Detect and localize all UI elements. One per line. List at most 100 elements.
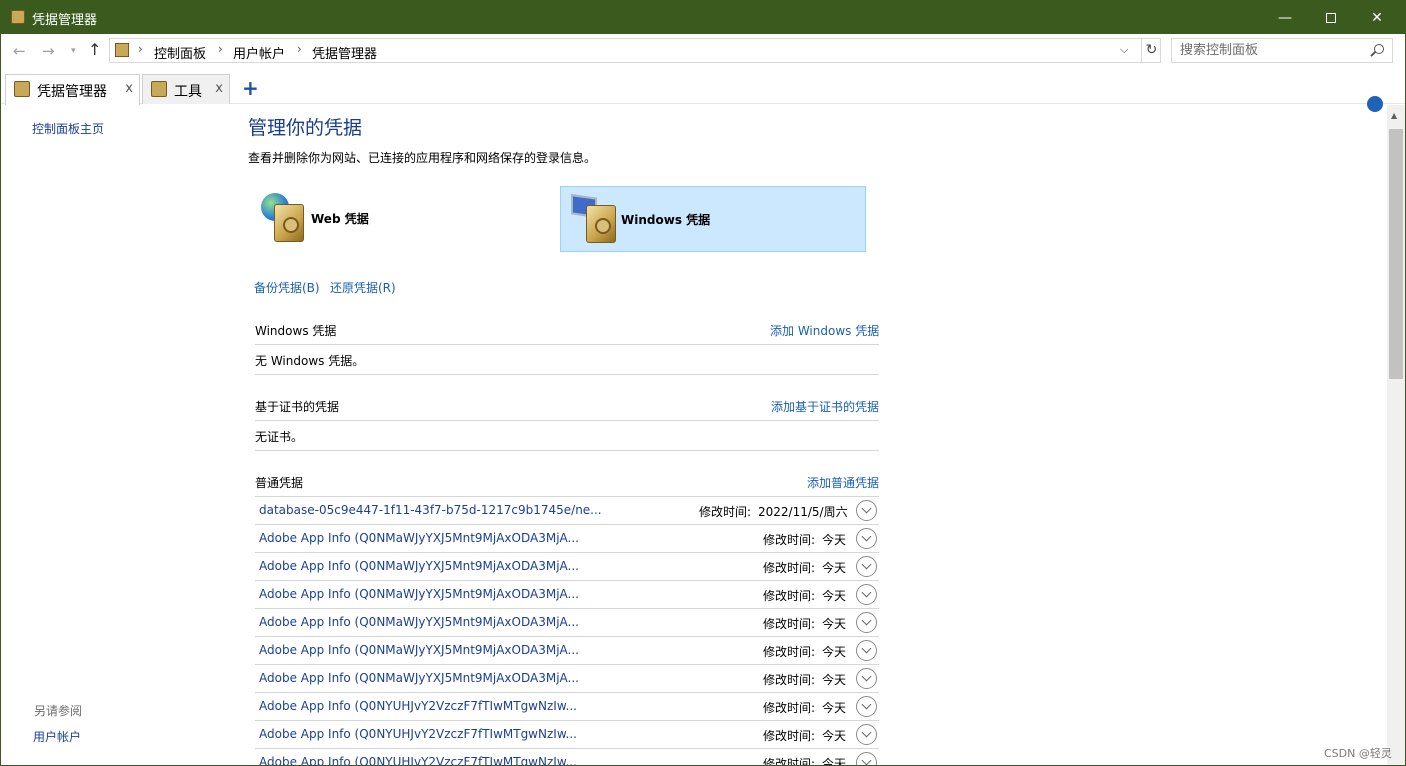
- generic-credentials-heading: 普通凭据: [255, 476, 304, 490]
- modified-value: 今天: [822, 673, 847, 687]
- expand-chevron-icon[interactable]: [856, 612, 877, 633]
- credential-name[interactable]: Adobe App Info (Q0NMaWJyYXJ5Mnt9MjAxODA3…: [259, 559, 579, 573]
- credential-row[interactable]: database-05c9e447-1f11-43f7-b75d-1217c9b…: [255, 497, 879, 525]
- credential-row[interactable]: Adobe App Info (Q0NMaWJyYXJ5Mnt9MjAxODA3…: [255, 581, 879, 609]
- credential-row[interactable]: Adobe App Info (Q0NMaWJyYXJ5Mnt9MjAxODA3…: [255, 665, 879, 693]
- modified-value: 今天: [822, 533, 847, 547]
- search-input[interactable]: [1172, 39, 1362, 62]
- no-windows-credentials-text: 无 Windows 凭据。: [255, 354, 365, 368]
- main-content: 管理你的凭据 查看并删除你为网站、已连接的应用程序和网络保存的登录信息。 Web…: [233, 96, 1387, 766]
- credential-name[interactable]: Adobe App Info (Q0NMaWJyYXJ5Mnt9MjAxODA3…: [259, 671, 579, 685]
- modified-label: 修改时间:: [763, 617, 816, 631]
- breadcrumb-control-panel[interactable]: 控制面板: [154, 43, 206, 62]
- recent-locations-chevron-icon[interactable]: ▾: [71, 46, 76, 56]
- credential-name[interactable]: Adobe App Info (Q0NYUHJvY2VzczF7fTIwMTgw…: [259, 727, 577, 741]
- credential-name[interactable]: database-05c9e447-1f11-43f7-b75d-1217c9b…: [259, 503, 602, 517]
- control-panel-icon: [115, 43, 129, 57]
- restore-credentials-link[interactable]: 还原凭据(R): [330, 279, 396, 296]
- see-also-heading: 另请参阅: [34, 704, 83, 718]
- new-tab-plus-icon[interactable]: +: [242, 76, 259, 100]
- web-credentials-button[interactable]: Web 凭据: [255, 186, 561, 252]
- vault-icon: [274, 204, 304, 242]
- breadcrumb-separator-icon[interactable]: ›: [297, 42, 302, 56]
- credential-row[interactable]: Adobe App Info (Q0NMaWJyYXJ5Mnt9MjAxODA3…: [255, 525, 879, 553]
- breadcrumb-separator-icon[interactable]: ›: [218, 42, 223, 56]
- left-navigation-pane: 控制面板主页 另请参阅 用户帐户: [1, 105, 233, 765]
- expand-chevron-icon[interactable]: [856, 668, 877, 689]
- modified-value: 今天: [822, 617, 847, 631]
- refresh-icon[interactable]: ↻: [1141, 39, 1161, 62]
- modified-value: 2022/11/5/周六: [758, 505, 848, 519]
- backup-credentials-link[interactable]: 备份凭据(B): [254, 279, 320, 296]
- tab-tools[interactable]: 工具 x: [142, 74, 230, 104]
- expand-chevron-icon[interactable]: [856, 584, 877, 605]
- expand-chevron-icon[interactable]: [856, 752, 877, 765]
- modified-value: 今天: [822, 757, 847, 766]
- help-icon[interactable]: [1367, 96, 1383, 112]
- expand-chevron-icon[interactable]: [856, 500, 877, 521]
- no-certificates-text: 无证书。: [255, 430, 304, 444]
- expand-chevron-icon[interactable]: [856, 640, 877, 661]
- add-windows-credential-link[interactable]: 添加 Windows 凭据: [770, 322, 879, 339]
- credential-row[interactable]: Adobe App Info (Q0NMaWJyYXJ5Mnt9MjAxODA3…: [255, 553, 879, 581]
- add-certificate-credential-link[interactable]: 添加基于证书的凭据: [771, 398, 879, 415]
- credential-row[interactable]: Adobe App Info (Q0NYUHJvY2VzczF7fTIwMTgw…: [255, 721, 879, 749]
- address-dropdown-chevron-icon[interactable]: ⌵: [1120, 43, 1128, 57]
- expand-chevron-icon[interactable]: [856, 696, 877, 717]
- page-title: 管理你的凭据: [248, 117, 363, 139]
- maximize-icon: [1326, 12, 1336, 23]
- tab-label: 凭据管理器: [37, 84, 107, 100]
- windows-credentials-button[interactable]: Windows 凭据: [560, 186, 866, 252]
- expand-chevron-icon[interactable]: [856, 556, 877, 577]
- tab-label: 工具: [174, 84, 202, 100]
- credential-row[interactable]: Adobe App Info (Q0NMaWJyYXJ5Mnt9MjAxODA3…: [255, 637, 879, 665]
- vault-icon: [586, 205, 616, 243]
- tab-close-icon[interactable]: x: [215, 81, 223, 96]
- modified-value: 今天: [822, 561, 847, 575]
- scrollbar-thumb[interactable]: [1389, 129, 1403, 379]
- modified-value: 今天: [822, 729, 847, 743]
- modified-label: 修改时间:: [763, 673, 816, 687]
- forward-arrow-icon[interactable]: →: [42, 42, 55, 60]
- tab-bar: 凭据管理器 x 工具 x +: [1, 68, 1405, 105]
- expand-chevron-icon[interactable]: [856, 528, 877, 549]
- vertical-scrollbar[interactable]: ▲: [1387, 105, 1405, 765]
- address-bar[interactable]: › 控制面板 › 用户帐户 › 凭据管理器 ⌵ ↻: [109, 38, 1161, 63]
- control-panel-home-link[interactable]: 控制面板主页: [32, 120, 104, 137]
- section-divider: [255, 450, 879, 451]
- credential-row[interactable]: Adobe App Info (Q0NYUHJvY2VzczF7fTIwMTgw…: [255, 693, 879, 721]
- minimize-button[interactable]: —: [1262, 1, 1308, 34]
- section-divider: [255, 344, 879, 345]
- section-divider: [255, 374, 879, 375]
- add-generic-credential-link[interactable]: 添加普通凭据: [807, 474, 879, 491]
- credential-name[interactable]: Adobe App Info (Q0NMaWJyYXJ5Mnt9MjAxODA3…: [259, 531, 579, 545]
- credential-row[interactable]: Adobe App Info (Q0NYUHJvY2VzczF7fTIwMTgw…: [255, 749, 879, 766]
- credential-name[interactable]: Adobe App Info (Q0NYUHJvY2VzczF7fTIwMTgw…: [259, 699, 577, 713]
- scroll-up-arrow-icon[interactable]: ▲: [1391, 111, 1397, 120]
- modified-value: 今天: [822, 645, 847, 659]
- close-button[interactable]: ✕: [1354, 1, 1400, 34]
- search-box[interactable]: [1171, 38, 1393, 63]
- modified-label: 修改时间:: [699, 505, 752, 519]
- back-arrow-icon[interactable]: ←: [13, 42, 26, 60]
- user-accounts-link[interactable]: 用户帐户: [33, 728, 81, 745]
- expand-chevron-icon[interactable]: [856, 724, 877, 745]
- credential-name[interactable]: Adobe App Info (Q0NYUHJvY2VzczF7fTIwMTgw…: [259, 755, 577, 765]
- tab-credential-manager[interactable]: 凭据管理器 x: [5, 74, 140, 105]
- credential-name[interactable]: Adobe App Info (Q0NMaWJyYXJ5Mnt9MjAxODA3…: [259, 587, 579, 601]
- search-icon[interactable]: [1374, 44, 1384, 54]
- watermark: CSDN @轻灵: [1324, 747, 1392, 760]
- breadcrumb-credential-manager[interactable]: 凭据管理器: [312, 43, 377, 62]
- up-arrow-icon[interactable]: ↑: [88, 40, 101, 59]
- breadcrumb-user-accounts[interactable]: 用户帐户: [233, 43, 285, 62]
- modified-label: 修改时间:: [763, 561, 816, 575]
- breadcrumb-separator-icon[interactable]: ›: [138, 42, 143, 56]
- modified-label: 修改时间:: [763, 701, 816, 715]
- folder-lock-icon: [151, 81, 167, 97]
- maximize-button[interactable]: [1308, 1, 1354, 34]
- credential-row[interactable]: Adobe App Info (Q0NMaWJyYXJ5Mnt9MjAxODA3…: [255, 609, 879, 637]
- credential-name[interactable]: Adobe App Info (Q0NMaWJyYXJ5Mnt9MjAxODA3…: [259, 643, 579, 657]
- tab-close-icon[interactable]: x: [125, 81, 133, 96]
- section-divider: [255, 420, 879, 421]
- credential-name[interactable]: Adobe App Info (Q0NMaWJyYXJ5Mnt9MjAxODA3…: [259, 615, 579, 629]
